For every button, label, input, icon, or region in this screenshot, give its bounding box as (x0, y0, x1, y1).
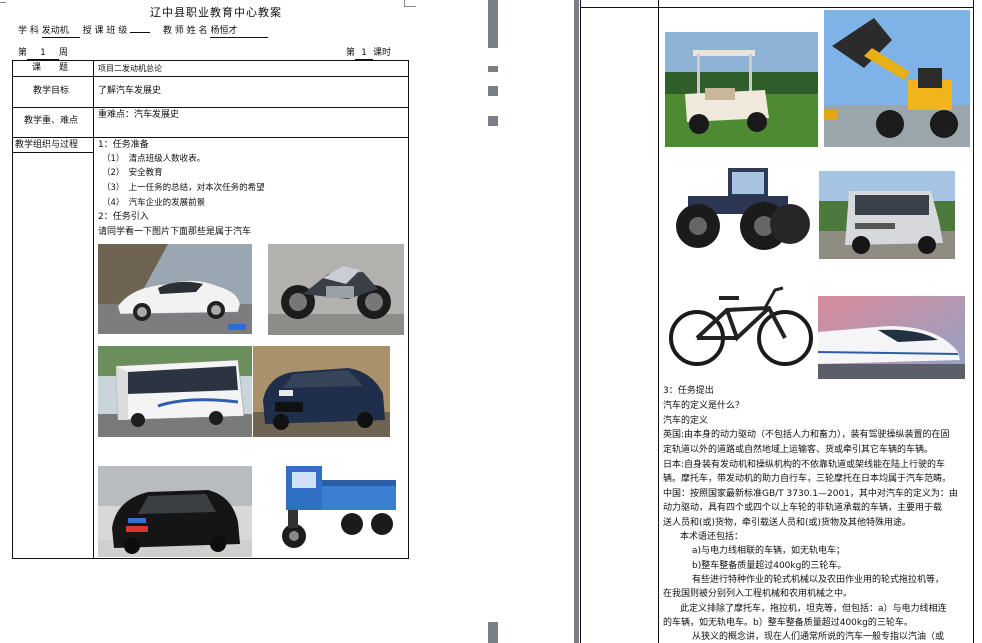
paragraph-line: 有些进行特种作业的轮式机械以及农田作业用的轮式拖拉机等， (692, 575, 945, 585)
paragraph-line: b)整车整备质量超过400kg的三轮车。 (692, 561, 847, 571)
paragraph-line: 动力驱动，具有四个或四个以上车轮的非轨道承载的车辆，主要用于载 (663, 503, 943, 513)
teacher-label: 教 师 姓 名 (162, 26, 208, 36)
period-line: 第 1 课时 (346, 48, 392, 60)
page-edge (574, 0, 579, 643)
paragraph-line: 本术语还包括： (680, 532, 744, 542)
table-divider (93, 60, 94, 559)
photo-three-wheeler (270, 456, 402, 554)
photo-bus (98, 346, 252, 437)
photo-tractor (668, 160, 813, 255)
class-value (130, 32, 151, 33)
paragraph-line: 在我国则被分别列入工程机械和农用机械之中。 (663, 589, 853, 599)
class-label: 授 课 班 级 (82, 26, 128, 36)
paragraph-line: 辆。摩托车，带发动机的助力自行车，三轮摩托在日本均属于汽车范畴。 (663, 474, 952, 484)
row-label: 教学组织与过程 (15, 140, 79, 150)
paragraph-line: 的车辆，如无轨电车。b）整车整备质量超过400kg的三轮车。 (663, 618, 913, 628)
row-value: 重难点：汽车发展史 (98, 110, 180, 120)
photo-motorcycle (268, 244, 404, 335)
process-line: 1：任务准备 (98, 140, 149, 150)
photo-sports-car (98, 244, 252, 334)
paragraph-line: 汽车的定义是什么？ (663, 401, 745, 411)
paragraph-line: 定轨道以外的道路或自然地域上运输客、货或牵引其它车辆的车辆。 (663, 445, 934, 455)
process-line: （1） 清点班级人数收表。 (102, 154, 206, 164)
paragraph-line: 送人员和(或)货物，牵引载送人员和(或)货物及其他特殊用途。 (663, 518, 912, 528)
photo-suv (819, 171, 955, 259)
process-line: （3） 上一任务的总结，对本次任务的希望 (102, 183, 265, 193)
process-line: 2：任务引入 (98, 212, 149, 222)
row-label: 教学目标 (33, 86, 70, 96)
document-title: 辽中县职业教育中心教案 (150, 6, 282, 19)
process-line: （2） 安全教育 (102, 168, 163, 178)
paragraph-line: 从狭义的概念讲，现在人们通常所说的汽车一般专指以汽油（或 (692, 632, 945, 642)
row-label: 课 题 (32, 63, 69, 73)
week-line: 第1周 (18, 48, 69, 60)
meta-line: 学 科 发动机 授 课 班 级 教 师 姓 名 杨恒才 (18, 26, 269, 38)
photo-sedan (253, 346, 390, 437)
photo-golf-cart (665, 32, 818, 147)
subject-label: 学 科 (18, 26, 39, 36)
corner-mark (404, 6, 416, 7)
photo-bullet-train (818, 296, 965, 379)
row-value: 了解汽车发展史 (98, 86, 162, 96)
process-line: 请同学看一下图片下面那些是属于汽车 (98, 227, 252, 237)
row-value: 项目二发动机总论 (98, 64, 162, 73)
week-value: 1 (27, 48, 60, 60)
subject-value: 发动机 (41, 26, 80, 38)
photo-hatchback (98, 466, 252, 557)
period-value: 1 (355, 48, 374, 60)
corner-mark (0, 2, 6, 3)
photo-bicycle (665, 280, 817, 370)
paragraph-line: 汽车的定义 (663, 416, 709, 426)
paragraph-line: 日本:自身装有发动机和操纵机构的不依靠轨道或架线能在陆上行驶的车 (663, 460, 946, 470)
paragraph-line: 英国:由本身的动力驱动（不包括人力和畜力），装有驾驶操纵装置的在固 (663, 430, 950, 440)
paragraph-line: 此定义排除了摩托车，拖拉机，坦克等，但包括：a）与电力线相连 (680, 604, 947, 614)
paragraph-line: a)与电力线相联的车辆，如无轨电车； (692, 546, 846, 556)
section-heading: 3：任务提出 (663, 386, 714, 396)
process-line: （4） 汽车企业的发展前景 (102, 198, 206, 208)
photo-wheel-loader (824, 10, 970, 147)
teacher-value: 杨恒才 (210, 26, 269, 38)
paragraph-line: 中国：按照国家最新标准GB/T 3730.1—2001，其中对汽车的定义为：由 (663, 489, 958, 499)
row-label: 教学重、难点 (24, 116, 79, 126)
